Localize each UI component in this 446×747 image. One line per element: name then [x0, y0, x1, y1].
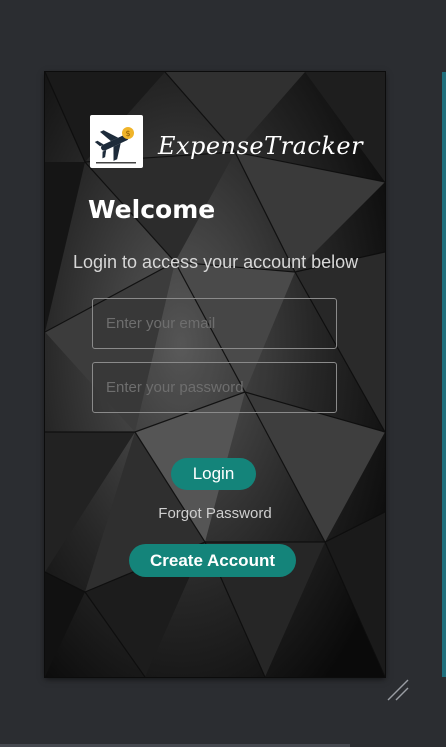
app-title: ExpenseTracker	[158, 132, 364, 160]
svg-text:$: $	[125, 129, 130, 138]
email-field-container	[92, 298, 337, 349]
app-logo: $	[90, 115, 143, 168]
login-subtitle: Login to access your account below	[73, 252, 359, 272]
email-input[interactable]	[93, 299, 336, 348]
login-button[interactable]: Login	[171, 458, 256, 490]
password-field-container	[92, 362, 337, 413]
welcome-heading: Welcome	[88, 195, 216, 224]
forgot-password-link[interactable]: Forgot Password	[45, 505, 385, 522]
create-account-button[interactable]: Create Account	[129, 544, 296, 577]
airplane-coin-icon: $	[94, 127, 136, 164]
login-screen: $ ExpenseTracker Welcome Login to access…	[45, 72, 385, 677]
resize-grip-icon[interactable]	[386, 678, 412, 704]
window-edge-strip	[442, 72, 446, 677]
password-input[interactable]	[93, 363, 336, 412]
